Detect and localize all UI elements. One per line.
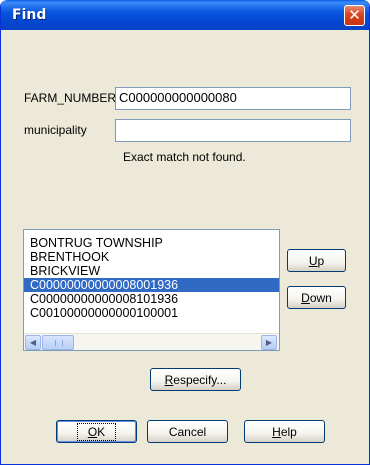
list-item[interactable]: BRENTHOOK (24, 250, 279, 264)
chevron-right-icon: ▶ (265, 338, 273, 347)
down-button[interactable]: Down (287, 286, 346, 309)
list-item[interactable]: C00100000000000100001 (24, 306, 279, 320)
close-icon: ✕ (348, 6, 361, 24)
chevron-left-icon: ◀ (29, 338, 37, 347)
scroll-left-button[interactable]: ◀ (25, 335, 41, 350)
ok-label: K (97, 424, 106, 439)
farm-number-label: FARM_NUMBER (24, 91, 116, 105)
cancel-label: Cancel (168, 424, 207, 439)
list-item[interactable]: BRICKVIEW (24, 264, 279, 278)
list-item[interactable]: BONTRUG TOWNSHIP (24, 236, 279, 250)
cancel-button[interactable]: Cancel (147, 420, 228, 443)
list-item-selected[interactable]: C00000000000008001936 (24, 278, 279, 292)
ok-mnemonic: O (87, 424, 98, 439)
respecify-button[interactable]: Respecify... (150, 368, 241, 391)
help-mnemonic: H (272, 424, 281, 439)
municipality-field[interactable] (115, 119, 351, 142)
horizontal-scrollbar[interactable]: ◀ ▶ (24, 333, 279, 350)
results-listbox[interactable]: BONTRUG TOWNSHIP BRENTHOOK BRICKVIEW C00… (23, 229, 280, 351)
focus-ring: OK (76, 422, 117, 441)
help-button[interactable]: Help (244, 420, 325, 443)
respecify-label: especify... (173, 372, 227, 387)
dialog-title: Find (12, 7, 47, 23)
help-label: elp (280, 424, 297, 439)
close-button[interactable]: ✕ (344, 5, 365, 26)
down-mnemonic: D (301, 290, 310, 305)
farm-number-label-wrap: FARM_NUMBER (24, 91, 116, 105)
municipality-label: municipality (24, 123, 87, 137)
up-button[interactable]: Up (287, 249, 346, 272)
down-label: own (309, 290, 332, 305)
title-bar[interactable]: Find ✕ (1, 0, 369, 30)
ok-button[interactable]: OK (56, 420, 137, 443)
find-dialog: Find ✕ FARM_NUMBER C000000000000080 muni… (0, 0, 370, 465)
farm-number-field[interactable]: C000000000000080 (115, 87, 351, 110)
up-label: p (317, 253, 325, 268)
up-mnemonic: U (308, 253, 318, 268)
grip-icon (55, 340, 63, 346)
status-message: Exact match not found. (123, 150, 246, 164)
scrollbar-thumb[interactable] (42, 335, 74, 350)
list-item[interactable]: C00000000000008101936 (24, 292, 279, 306)
scroll-right-button[interactable]: ▶ (261, 335, 277, 350)
respecify-mnemonic: R (164, 372, 174, 387)
